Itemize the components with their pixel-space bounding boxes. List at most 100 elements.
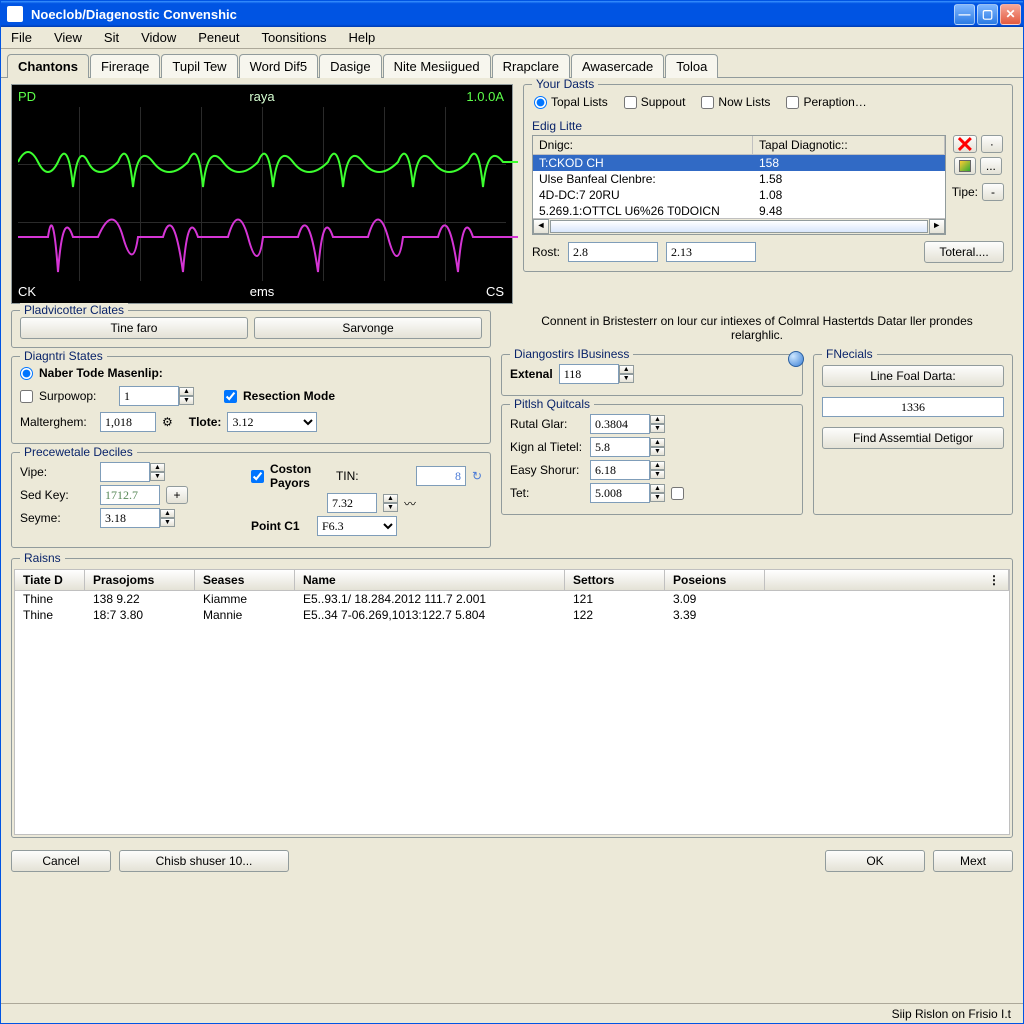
spin-down-icon[interactable]: ▼ xyxy=(150,472,165,481)
table-row[interactable]: Thine138 9.22KiammeE5..93.1/ 18.284.2012… xyxy=(15,591,1009,607)
table-options-icon[interactable]: ⋮ xyxy=(765,570,1009,590)
ok-button[interactable]: OK xyxy=(825,850,925,872)
spin-down-icon[interactable]: ▼ xyxy=(650,493,665,502)
list-row[interactable]: 4D-DC:7 20RU1.08 xyxy=(533,187,945,203)
tab-rrapclare[interactable]: Rrapclare xyxy=(492,54,570,78)
sedkey-plus-button[interactable]: + xyxy=(166,486,188,504)
raisns-col-4[interactable]: Settors xyxy=(565,570,665,590)
list-row[interactable]: Ulse Banfeal Clenbre:1.58 xyxy=(533,171,945,187)
spin-down-icon[interactable]: ▼ xyxy=(650,424,665,433)
close-button[interactable]: ✕ xyxy=(1000,4,1021,25)
tinefaro-button[interactable]: Tine faro xyxy=(20,317,248,339)
rost-input-1[interactable] xyxy=(568,242,658,262)
spin-up-icon[interactable]: ▲ xyxy=(650,461,665,470)
raisns-col-5[interactable]: Poseions xyxy=(665,570,765,590)
tab-dasige[interactable]: Dasige xyxy=(319,54,381,78)
box-input[interactable] xyxy=(327,493,377,513)
menu-sit[interactable]: Sit xyxy=(100,28,123,47)
spin-down-icon[interactable]: ▼ xyxy=(160,518,175,527)
spin-down-icon[interactable]: ▼ xyxy=(619,374,634,383)
spin-up-icon[interactable]: ▲ xyxy=(383,494,398,503)
extenal-input[interactable] xyxy=(559,364,619,384)
menu-file[interactable]: File xyxy=(7,28,36,47)
tab-word-dif5[interactable]: Word Dif5 xyxy=(239,54,319,78)
refresh-icon[interactable]: ↻ xyxy=(472,469,482,483)
spin-up-icon[interactable]: ▲ xyxy=(650,438,665,447)
tet-checkbox[interactable] xyxy=(671,487,684,500)
rutal-input[interactable] xyxy=(590,414,650,434)
spin-down-icon[interactable]: ▼ xyxy=(383,503,398,512)
toteral-button[interactable]: Toteral.... xyxy=(924,241,1004,263)
line-foal-button[interactable]: Line Foal Darta: xyxy=(822,365,1004,387)
vipe-input[interactable] xyxy=(100,462,150,482)
sarvonge-button[interactable]: Sarvonge xyxy=(254,317,482,339)
chisb-button[interactable]: Chisb shuser 10... xyxy=(119,850,289,872)
gear-icon[interactable]: ⚙ xyxy=(162,415,173,429)
tab-awasercade[interactable]: Awasercade xyxy=(571,54,664,78)
malterghem-input[interactable] xyxy=(100,412,156,432)
delete-entry-button[interactable] xyxy=(953,135,977,153)
mext-button[interactable]: Mext xyxy=(933,850,1013,872)
spin-up-icon[interactable]: ▲ xyxy=(160,509,175,518)
raisns-col-0[interactable]: Tiate D xyxy=(15,570,85,590)
pnecials-value-input[interactable] xyxy=(822,397,1004,417)
menu-view[interactable]: View xyxy=(50,28,86,47)
spin-up-icon[interactable]: ▲ xyxy=(150,463,165,472)
surpowop-checkbox[interactable] xyxy=(20,390,33,403)
spin-down-icon[interactable]: ▼ xyxy=(179,396,194,405)
maximize-button[interactable]: ▢ xyxy=(977,4,998,25)
menu-help[interactable]: Help xyxy=(345,28,380,47)
tipe-button[interactable]: - xyxy=(982,183,1004,201)
tab-toloa[interactable]: Toloa xyxy=(665,54,718,78)
table-row[interactable]: Thine18:7 3.80MannieE5..34 7-06.269,1013… xyxy=(15,607,1009,623)
globe-icon[interactable] xyxy=(788,351,804,367)
easy-input[interactable] xyxy=(590,460,650,480)
lv-col-2[interactable]: Tapal Diagnotic:: xyxy=(753,136,945,154)
find-assemtial-button[interactable]: Find Assemtial Detigor xyxy=(822,427,1004,449)
small-action-button-1[interactable]: · xyxy=(981,135,1003,153)
spin-down-icon[interactable]: ▼ xyxy=(650,447,665,456)
tlote-select[interactable]: 3.12 xyxy=(227,412,317,432)
kign-input[interactable] xyxy=(590,437,650,457)
tet-input[interactable] xyxy=(590,483,650,503)
tab-tupil-tew[interactable]: Tupil Tew xyxy=(161,54,237,78)
lv-col-1[interactable]: Dnigc: xyxy=(533,136,753,154)
diagnostic-listview[interactable]: Dnigc: Tapal Diagnotic:: T:CKOD CH158Uls… xyxy=(532,135,946,235)
chart-entry-button[interactable] xyxy=(954,157,976,175)
spin-up-icon[interactable]: ▲ xyxy=(179,387,194,396)
more-button[interactable]: ... xyxy=(980,157,1002,175)
radio-2[interactable]: Now Lists xyxy=(701,95,770,109)
cancel-button[interactable]: Cancel xyxy=(11,850,111,872)
raisns-table[interactable]: Tiate DPrasojomsSeasesNameSettorsPoseion… xyxy=(14,569,1010,835)
menu-peneut[interactable]: Peneut xyxy=(194,28,243,47)
coston-checkbox[interactable] xyxy=(251,470,264,483)
tini-input[interactable] xyxy=(416,466,466,486)
list-row[interactable]: T:CKOD CH158 xyxy=(533,155,945,171)
raisns-col-3[interactable]: Name xyxy=(295,570,565,590)
minimize-button[interactable]: — xyxy=(954,4,975,25)
surpowop-input[interactable] xyxy=(119,386,179,406)
radio-1[interactable]: Suppout xyxy=(624,95,686,109)
scroll-left-icon[interactable]: ◄ xyxy=(533,219,549,234)
wave-icon[interactable]: 〰 xyxy=(404,495,416,512)
resection-checkbox[interactable] xyxy=(224,390,237,403)
radio-3[interactable]: Peraption… xyxy=(786,95,866,109)
scroll-right-icon[interactable]: ► xyxy=(929,219,945,234)
spin-down-icon[interactable]: ▼ xyxy=(650,470,665,479)
tab-nite-mesiigued[interactable]: Nite Mesiigued xyxy=(383,54,491,78)
scroll-thumb[interactable] xyxy=(550,220,928,233)
menu-vidow[interactable]: Vidow xyxy=(137,28,180,47)
horizontal-scrollbar[interactable]: ◄ ► xyxy=(533,218,945,234)
seyme-input[interactable] xyxy=(100,508,160,528)
radio-0[interactable]: Topal Lists xyxy=(534,95,608,109)
naber-radio[interactable] xyxy=(20,367,33,380)
menu-toonsitions[interactable]: Toonsitions xyxy=(257,28,330,47)
spin-up-icon[interactable]: ▲ xyxy=(650,484,665,493)
list-row[interactable]: 5.269.1:OTTCL U6%26 T0DOICN9.48 xyxy=(533,203,945,218)
sedkey-input[interactable] xyxy=(100,485,160,505)
tab-fireraqe[interactable]: Fireraqe xyxy=(90,54,160,78)
pointc1-select[interactable]: F6.3 xyxy=(317,516,397,536)
spin-up-icon[interactable]: ▲ xyxy=(650,415,665,424)
spin-up-icon[interactable]: ▲ xyxy=(619,365,634,374)
raisns-col-2[interactable]: Seases xyxy=(195,570,295,590)
